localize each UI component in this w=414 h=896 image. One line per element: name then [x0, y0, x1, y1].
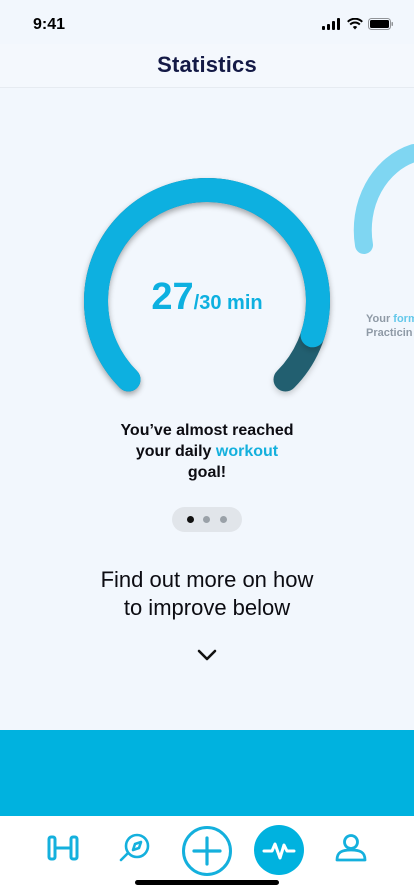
improve-heading: Find out more on how to improve below	[100, 567, 314, 620]
goal-highlight: workout	[215, 443, 279, 460]
compass-icon[interactable]	[118, 833, 152, 863]
dumbbell-icon[interactable]	[46, 834, 80, 862]
gauge-number: 27	[151, 276, 194, 318]
page-dot-1[interactable]	[187, 516, 194, 523]
plus-circle-icon[interactable]	[181, 825, 233, 877]
improve-panel	[0, 730, 414, 816]
next-card-text: Your form Practicin	[366, 313, 414, 339]
page-dot-2[interactable]	[203, 516, 210, 523]
goal-message-line3: goal!	[187, 464, 227, 481]
gauge-value: 27/30 min	[0, 276, 414, 319]
gauge-unit: /30 min	[193, 292, 263, 314]
home-indicator	[135, 880, 279, 885]
goal-message-line1: You’ve almost reached	[120, 422, 294, 439]
next-card-gauge	[353, 144, 414, 254]
status-time: 9:41	[33, 16, 66, 33]
status-bar: 9:41	[0, 0, 414, 44]
page-indicator[interactable]	[172, 507, 242, 532]
cellular-signal-icon	[322, 18, 340, 30]
battery-icon	[368, 18, 393, 30]
navigation-header: Statistics	[0, 44, 414, 88]
stats-carousel[interactable]: 27/30 min You’ve almost reached your dai…	[0, 88, 414, 538]
chevron-down-icon[interactable]	[196, 648, 218, 662]
page-dot-3[interactable]	[220, 516, 227, 523]
activity-icon[interactable]	[253, 824, 305, 876]
page-title: Statistics	[157, 52, 257, 77]
wifi-icon	[347, 18, 363, 30]
goal-message: You’ve almost reached your daily workout…	[0, 420, 414, 483]
user-icon[interactable]	[334, 833, 368, 863]
goal-message-line2: your daily workout	[135, 443, 279, 460]
